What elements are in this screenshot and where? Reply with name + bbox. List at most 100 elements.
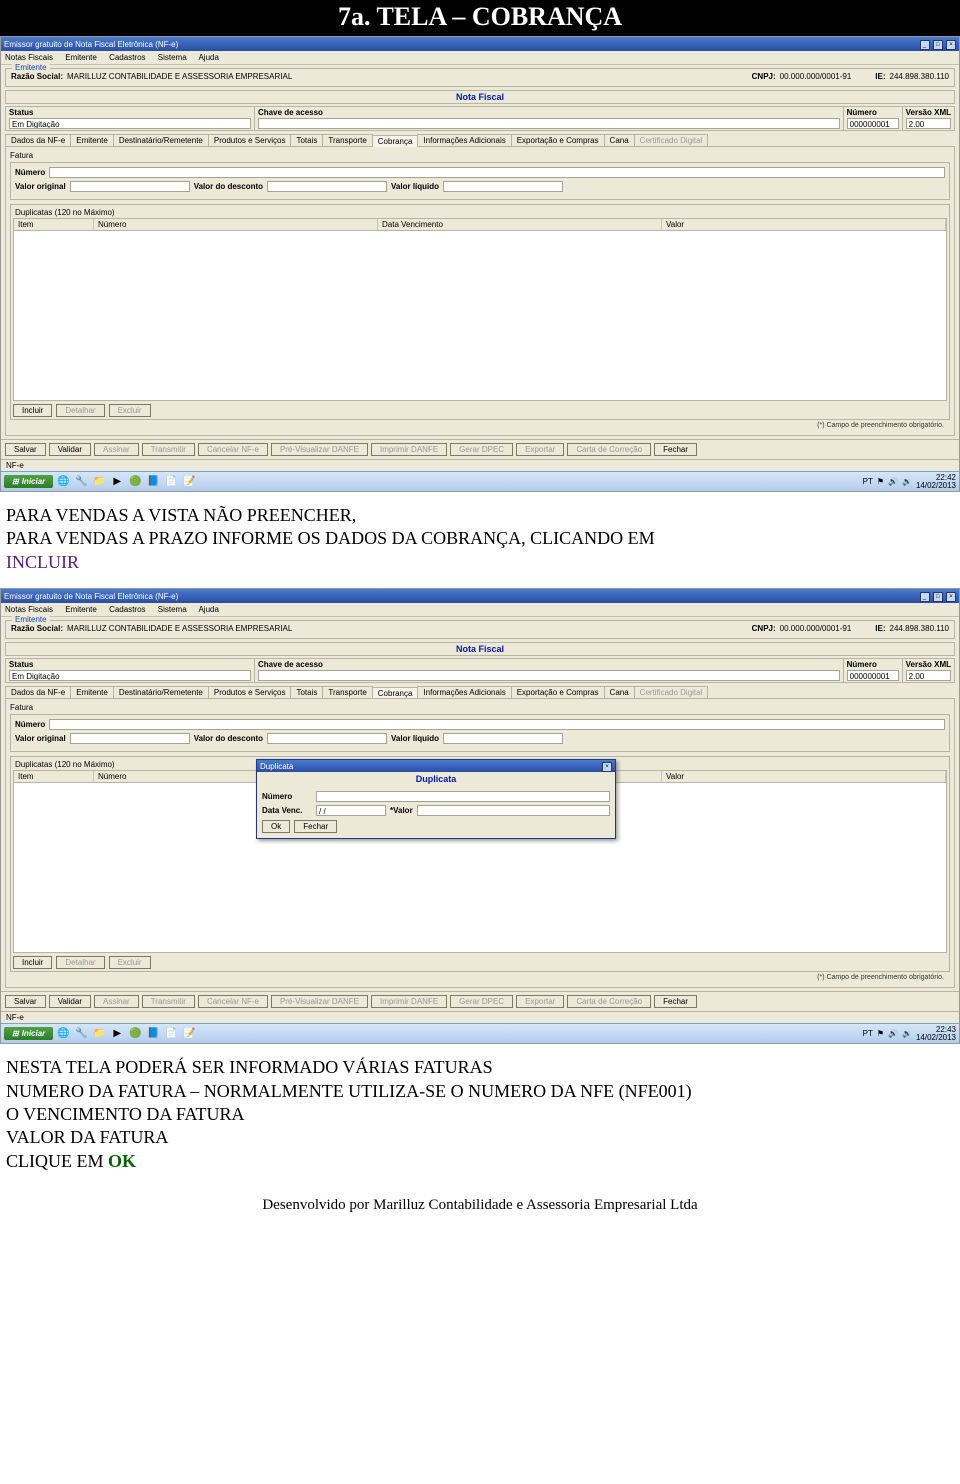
tab-destinatario[interactable]: Destinatário/Remetente <box>113 134 209 146</box>
doc-icon[interactable]: 📝 <box>181 474 197 490</box>
start-button[interactable]: ⊞Iniciar <box>4 475 53 488</box>
valor-original-input[interactable] <box>70 733 190 744</box>
menu-notas-fiscais[interactable]: Notas Fiscais <box>5 605 53 614</box>
office-icon[interactable]: 📘 <box>145 474 161 490</box>
duplicatas-grid[interactable] <box>13 231 947 401</box>
menu-ajuda[interactable]: Ajuda <box>198 605 218 614</box>
menu-cadastros[interactable]: Cadastros <box>109 605 145 614</box>
dialog-close-icon[interactable]: × <box>602 762 612 772</box>
fatura-numero-input[interactable] <box>49 167 945 178</box>
folder-icon[interactable]: 📁 <box>91 1026 107 1042</box>
page-icon[interactable]: 📄 <box>163 474 179 490</box>
ie-value: 244.898.380.110 <box>890 624 949 633</box>
ie-label: IE: <box>875 72 885 81</box>
valor-liquido-input[interactable] <box>443 181 563 192</box>
taskbar-clock[interactable]: 22:4314/02/2013 <box>916 1026 956 1042</box>
close-icon[interactable]: × <box>946 592 956 602</box>
menu-sistema[interactable]: Sistema <box>158 53 187 62</box>
tab-totais[interactable]: Totais <box>290 134 323 146</box>
dialog-fechar-button[interactable]: Fechar <box>294 820 337 833</box>
dialog-valor-input[interactable] <box>417 805 610 816</box>
carta-correcao-button: Carta de Correção <box>567 995 651 1008</box>
tab-transporte[interactable]: Transporte <box>322 686 372 698</box>
page-icon[interactable]: 📄 <box>163 1026 179 1042</box>
network-tray-icon[interactable]: 🔊 <box>888 477 898 486</box>
menu-notas-fiscais[interactable]: Notas Fiscais <box>5 53 53 62</box>
tool-icon[interactable]: 🔧 <box>73 1026 89 1042</box>
menu-emitente[interactable]: Emitente <box>65 605 97 614</box>
salvar-button[interactable]: Salvar <box>5 443 46 456</box>
tab-dados-nfe[interactable]: Dados da NF-e <box>5 686 71 698</box>
menu-cadastros[interactable]: Cadastros <box>109 53 145 62</box>
player-icon[interactable]: ▶ <box>109 474 125 490</box>
office-icon[interactable]: 📘 <box>145 1026 161 1042</box>
bottom-toolbar: Salvar Validar Assinar Transmitir Cancel… <box>1 439 959 459</box>
sound-tray-icon[interactable]: 🔉 <box>902 477 912 486</box>
valor-desconto-label: Valor do desconto <box>194 182 263 191</box>
tab-info-adicionais[interactable]: Informações Adicionais <box>417 134 511 146</box>
valor-liquido-input[interactable] <box>443 733 563 744</box>
salvar-button[interactable]: Salvar <box>5 995 46 1008</box>
player-icon[interactable]: ▶ <box>109 1026 125 1042</box>
chrome-icon[interactable]: 🟢 <box>127 1026 143 1042</box>
ie-icon[interactable]: 🌐 <box>55 1026 71 1042</box>
sound-tray-icon[interactable]: 🔉 <box>902 1029 912 1038</box>
tab-transporte[interactable]: Transporte <box>322 134 372 146</box>
duplicata-dialog: Duplicata × Duplicata Número Data Venc. … <box>256 759 616 839</box>
valor-liquido-label: Valor líquido <box>391 182 439 191</box>
incluir-button[interactable]: Incluir <box>13 956 52 969</box>
tab-emitente[interactable]: Emitente <box>70 686 114 698</box>
tab-cana[interactable]: Cana <box>604 686 635 698</box>
tab-info-adicionais[interactable]: Informações Adicionais <box>417 686 511 698</box>
network-tray-icon[interactable]: 🔊 <box>888 1029 898 1038</box>
tab-cobranca[interactable]: Cobrança <box>372 135 419 147</box>
tab-produtos[interactable]: Produtos e Serviços <box>208 134 292 146</box>
flag-tray-icon[interactable]: ⚑ <box>877 1029 884 1038</box>
doc-icon[interactable]: 📝 <box>181 1026 197 1042</box>
instruction-block-1: PARA VENDAS A VISTA NÃO PREENCHER, PARA … <box>0 492 960 588</box>
tab-totais[interactable]: Totais <box>290 686 323 698</box>
lang-indicator[interactable]: PT <box>863 1029 873 1038</box>
start-button[interactable]: ⊞Iniciar <box>4 1027 53 1040</box>
folder-icon[interactable]: 📁 <box>91 474 107 490</box>
tool-icon[interactable]: 🔧 <box>73 474 89 490</box>
tab-emitente[interactable]: Emitente <box>70 134 114 146</box>
tab-produtos[interactable]: Produtos e Serviços <box>208 686 292 698</box>
valor-original-input[interactable] <box>70 181 190 192</box>
minimize-icon[interactable]: _ <box>920 592 930 602</box>
windows-taskbar: ⊞Iniciar 🌐 🔧 📁 ▶ 🟢 📘 📄 📝 PT ⚑ 🔊 🔉 22:421… <box>1 471 959 491</box>
dialog-ok-button[interactable]: Ok <box>262 820 290 833</box>
tab-cana[interactable]: Cana <box>604 134 635 146</box>
dialog-numero-input[interactable] <box>316 791 610 802</box>
ie-icon[interactable]: 🌐 <box>55 474 71 490</box>
dup-col-item: Item <box>14 219 94 230</box>
dialog-data-input[interactable]: / / <box>316 805 386 816</box>
minimize-icon[interactable]: _ <box>920 40 930 50</box>
tab-certificado: Certificado Digital <box>634 686 709 698</box>
validar-button[interactable]: Validar <box>49 995 91 1008</box>
fechar-button[interactable]: Fechar <box>654 443 697 456</box>
close-icon[interactable]: × <box>946 40 956 50</box>
maximize-icon[interactable]: □ <box>933 40 943 50</box>
status-value: Em Digitação <box>9 670 251 681</box>
tab-destinatario[interactable]: Destinatário/Remetente <box>113 686 209 698</box>
valor-desconto-input[interactable] <box>267 733 387 744</box>
menu-sistema[interactable]: Sistema <box>158 605 187 614</box>
maximize-icon[interactable]: □ <box>933 592 943 602</box>
fechar-button[interactable]: Fechar <box>654 995 697 1008</box>
flag-tray-icon[interactable]: ⚑ <box>877 477 884 486</box>
menu-ajuda[interactable]: Ajuda <box>198 53 218 62</box>
fatura-numero-input[interactable] <box>49 719 945 730</box>
tab-dados-nfe[interactable]: Dados da NF-e <box>5 134 71 146</box>
chrome-icon[interactable]: 🟢 <box>127 474 143 490</box>
menu-emitente[interactable]: Emitente <box>65 53 97 62</box>
incluir-button[interactable]: Incluir <box>13 404 52 417</box>
validar-button[interactable]: Validar <box>49 443 91 456</box>
razao-social-label: Razão Social: <box>11 624 63 633</box>
valor-desconto-input[interactable] <box>267 181 387 192</box>
lang-indicator[interactable]: PT <box>863 477 873 486</box>
taskbar-clock[interactable]: 22:4214/02/2013 <box>916 474 956 490</box>
tab-exportacao[interactable]: Exportação e Compras <box>511 134 605 146</box>
exportar-button: Exportar <box>516 443 564 456</box>
tab-exportacao[interactable]: Exportação e Compras <box>511 686 605 698</box>
